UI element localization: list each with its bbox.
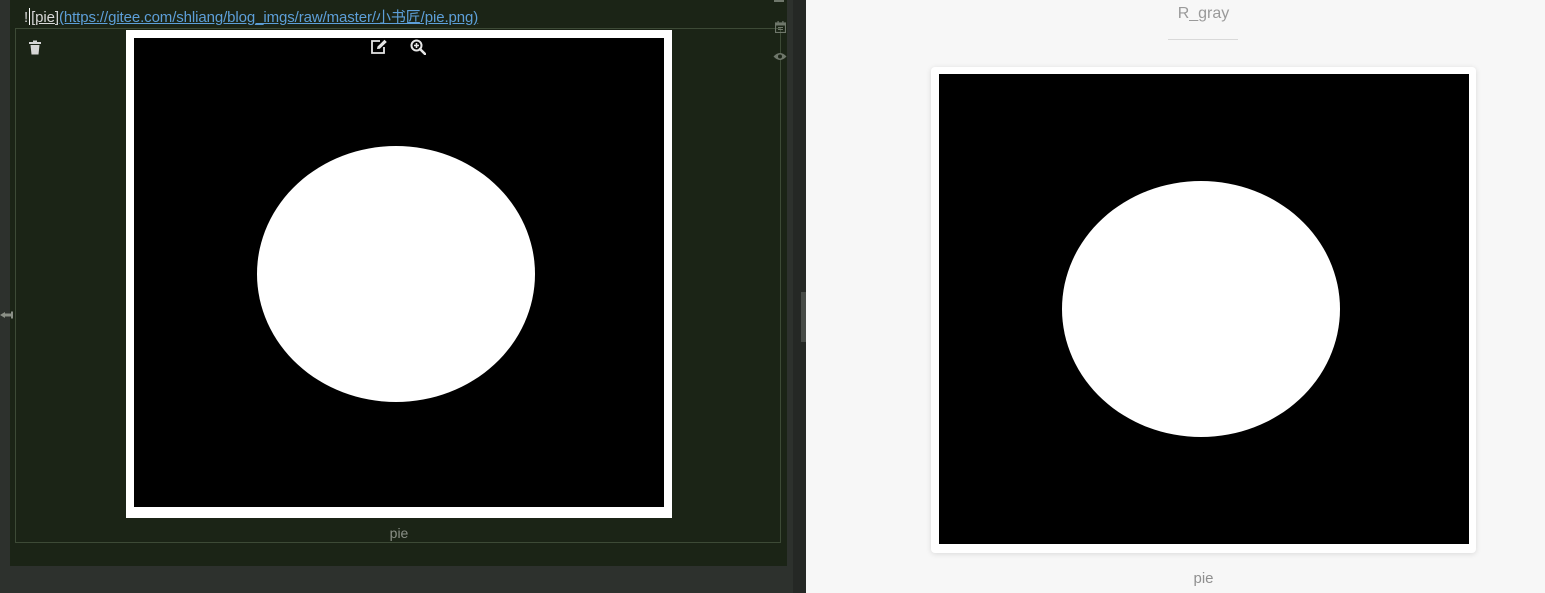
preview-image-svg [1062, 181, 1340, 437]
trash-icon [29, 40, 41, 54]
pin-icon [0, 311, 13, 319]
text-caret [29, 8, 31, 25]
preview-pane: R_gray pie [806, 0, 1545, 593]
markdown-bang: ! [24, 9, 29, 26]
preview-image-frame[interactable] [931, 67, 1476, 553]
markdown-image-url[interactable]: (https://gitee.com/shliang/blog_imgs/raw… [59, 9, 478, 26]
editor-image [134, 38, 664, 507]
editor-image-caption: pie [389, 525, 409, 541]
preview-toggle-button[interactable] [773, 49, 787, 63]
editor-image-frame[interactable] [126, 30, 672, 518]
editor-image-svg [257, 146, 535, 402]
calendar-button[interactable] [773, 20, 787, 34]
calendar-icon [774, 21, 786, 33]
zoom-image-button[interactable] [408, 37, 428, 57]
editor-image-ellipse [257, 146, 535, 402]
markdown-image-line[interactable]: ! [pie](https://gitee.com/shliang/blog_im… [24, 6, 478, 27]
preview-image-ellipse [1062, 181, 1340, 437]
zoom-in-icon [410, 39, 426, 55]
heading-divider [1168, 39, 1238, 40]
eye-icon [773, 52, 787, 60]
edit-icon [371, 39, 387, 54]
pin-button[interactable] [0, 308, 14, 322]
edit-image-button[interactable] [369, 37, 389, 57]
preview-image [939, 74, 1469, 544]
preview-heading: R_gray [1177, 5, 1230, 22]
markdown-alt-text[interactable]: pie [35, 9, 55, 26]
scroll-top-mark [774, 0, 784, 2]
delete-image-button[interactable] [25, 37, 45, 57]
editor-pane: ! [pie](https://gitee.com/shliang/blog_im… [0, 0, 800, 593]
preview-image-caption: pie [1193, 570, 1214, 587]
